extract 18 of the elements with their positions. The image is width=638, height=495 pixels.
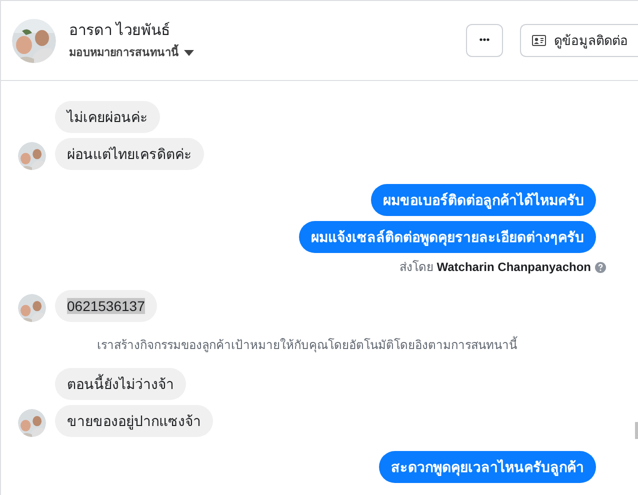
scrollbar-thumb[interactable]	[635, 422, 638, 439]
message-bubble: สะดวกพูดคุยเวลาไหนครับลูกค้า	[379, 451, 596, 483]
system-notice: เราสร้างกิจกรรมของลูกค้าเป้าหมายให้กับคุณโดยอัตโนมัติโดยอิงตามการสนทนานี้	[97, 336, 517, 354]
sender-label: ส่งโดย Watcharin Chanpanyachon	[399, 259, 591, 276]
message-bubble: ขายของอยู่ปากแซงจ้า	[55, 405, 213, 437]
message-bubble: ผ่อนแต่ไทยเครดิตค่ะ	[55, 138, 204, 170]
contact-name: อารดา ไวยพันธ์	[69, 20, 172, 41]
message-bubble: ผมแจ้งเซลล์ติดต่อพูดคุยรายละเอียดต่างๆครับ	[299, 221, 596, 253]
help-icon[interactable]	[595, 262, 606, 272]
contact-card-icon	[532, 35, 546, 46]
message-bubble: ไม่เคยผ่อนค่ะ	[55, 101, 160, 133]
message-bubble: ผมขอเบอร์ติดต่อลูกค้าได้ไหมครับ	[371, 184, 596, 216]
contact-info-button[interactable]: ดูข้อมูลติดต่อ	[520, 24, 638, 57]
more-button[interactable]: •••	[466, 24, 503, 57]
message-bubble: ตอนนี้ยังไม่ว่างจ้า	[55, 368, 186, 400]
assign-dropdown[interactable]: มอบหมายการสนทนานี้	[69, 44, 194, 61]
message-bubble: 0621536137	[55, 290, 157, 322]
caret-icon	[184, 50, 194, 56]
